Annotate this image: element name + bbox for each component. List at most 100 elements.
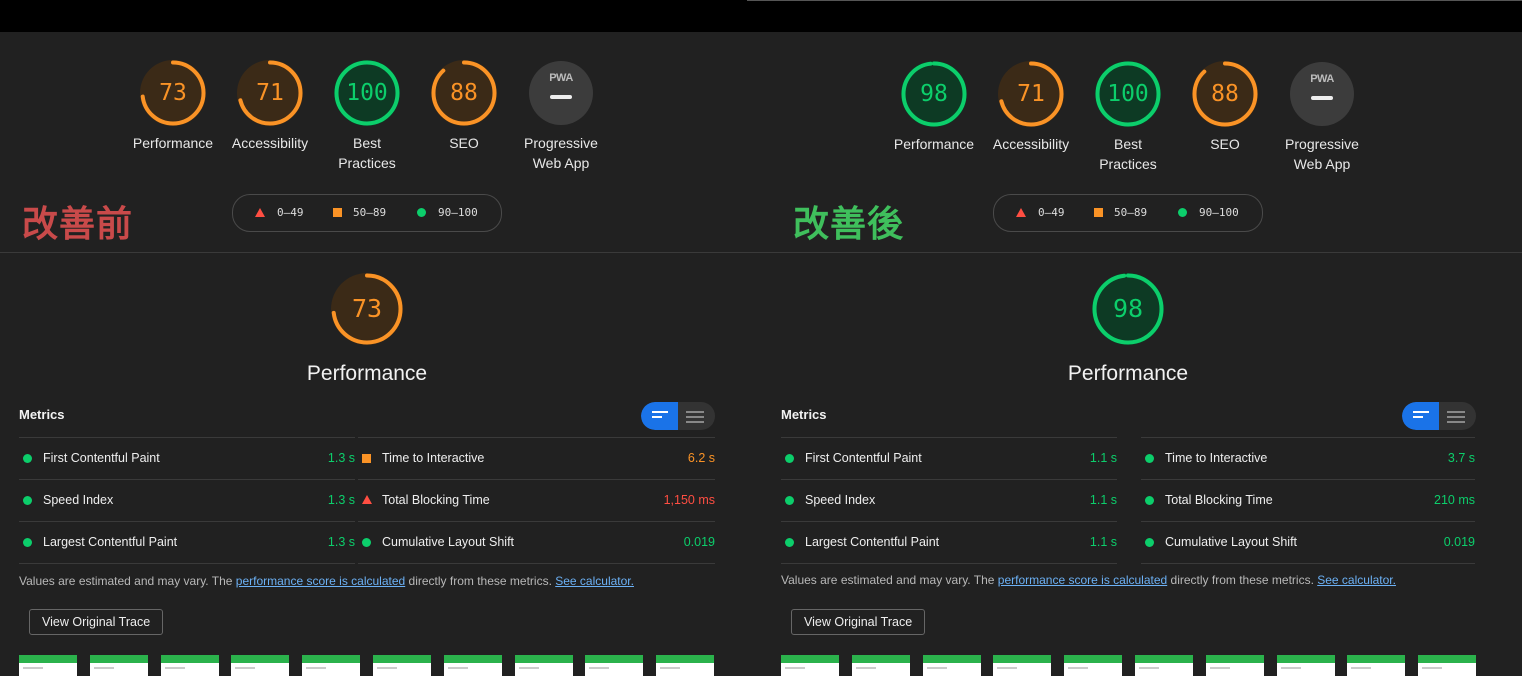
metric-name: Total Blocking Time bbox=[1165, 493, 1273, 507]
gauge-pwa[interactable]: PWA Progressive Web App bbox=[1272, 60, 1372, 174]
calculator-link[interactable]: See calculator. bbox=[1317, 573, 1396, 587]
metric-name: Largest Contentful Paint bbox=[805, 535, 940, 549]
score-calculation-link[interactable]: performance score is calculated bbox=[236, 574, 405, 588]
metric-value: 0.019 bbox=[683, 535, 715, 549]
legend-low: 0–49 bbox=[1038, 206, 1065, 219]
metric-value: 1,150 ms bbox=[663, 493, 715, 507]
gauge-label: Performance bbox=[893, 136, 975, 152]
gauge-performance[interactable]: 98 Performance bbox=[884, 60, 984, 154]
gauge-seo[interactable]: 88 SEO bbox=[1175, 60, 1275, 154]
metrics-view-toggle[interactable] bbox=[1402, 402, 1476, 430]
filmstrip-thumbnail bbox=[514, 655, 573, 676]
note-text: Values are estimated and may vary. The bbox=[19, 574, 236, 588]
heading-before: 改善前 bbox=[22, 204, 134, 245]
gauge-label: Accessibility bbox=[231, 135, 309, 151]
view-original-trace-button[interactable]: View Original Trace bbox=[791, 609, 926, 635]
gauge-best-practices[interactable]: 100 Best Practices bbox=[317, 59, 417, 173]
filmstrip-thumbnail bbox=[89, 655, 148, 676]
fail-triangle-icon bbox=[1016, 208, 1026, 217]
note-text: directly from these metrics. bbox=[1167, 573, 1318, 587]
top-bar bbox=[0, 0, 747, 32]
pass-circle-icon bbox=[23, 496, 32, 505]
gauge-score: 100 bbox=[1107, 81, 1149, 107]
filmstrip-thumbnail bbox=[160, 655, 219, 676]
metric-row: Time to Interactive 3.7 s bbox=[1141, 437, 1475, 479]
metrics-view-toggle[interactable] bbox=[641, 402, 715, 430]
filmstrip-thumbnail bbox=[585, 655, 644, 676]
gauge-best-practices[interactable]: 100 Best Practices bbox=[1078, 60, 1178, 174]
gauge-score: 88 bbox=[450, 80, 478, 106]
pass-circle-icon bbox=[1145, 538, 1154, 547]
metric-name: Time to Interactive bbox=[382, 451, 485, 465]
filmstrip-thumbnail bbox=[231, 655, 290, 676]
detailed-view-button[interactable] bbox=[678, 402, 715, 430]
metric-value: 1.3 s bbox=[327, 493, 355, 507]
filmstrip-thumbnail bbox=[302, 655, 361, 676]
metric-name: Total Blocking Time bbox=[382, 493, 490, 507]
gauge-pwa[interactable]: PWA Progressive Web App bbox=[511, 59, 611, 173]
detailed-view-button[interactable] bbox=[1439, 402, 1476, 430]
performance-title: Performance bbox=[1067, 362, 1189, 385]
legend-high: 90–100 bbox=[1199, 206, 1239, 219]
metric-value: 0.019 bbox=[1443, 535, 1475, 549]
metric-value: 1.1 s bbox=[1089, 493, 1117, 507]
gauge-seo[interactable]: 88 SEO bbox=[414, 59, 514, 153]
filmstrip-thumbnail bbox=[1064, 655, 1123, 676]
metric-value: 3.7 s bbox=[1447, 451, 1475, 465]
metric-value: 1.3 s bbox=[327, 451, 355, 465]
filmstrip-thumbnail bbox=[1276, 655, 1335, 676]
metrics-left-column: First Contentful Paint 1.1 s Speed Index 1.… bbox=[781, 437, 1117, 564]
filmstrip-thumbnail bbox=[656, 655, 715, 676]
gauge-accessibility[interactable]: 71 Accessibility bbox=[981, 60, 1081, 154]
filmstrip-thumbnail bbox=[373, 655, 431, 676]
score-legend: 0–49 50–89 90–100 bbox=[232, 194, 502, 232]
summary-view-button[interactable] bbox=[1402, 402, 1439, 430]
metric-row: Speed Index 1.1 s bbox=[781, 479, 1117, 521]
score-calculation-link[interactable]: performance score is calculated bbox=[998, 573, 1167, 587]
legend-mid: 50–89 bbox=[1114, 206, 1148, 219]
gauge-score: 71 bbox=[1017, 81, 1045, 107]
report-before: 73 Performance 71 Accessibility 100 Best… bbox=[0, 0, 747, 676]
score-legend: 0–49 50–89 90–100 bbox=[993, 194, 1263, 232]
gauge-accessibility[interactable]: 71 Accessibility bbox=[220, 59, 320, 153]
filmstrip-thumbnail bbox=[922, 655, 981, 676]
pwa-icon: PWA bbox=[529, 61, 593, 125]
gauge-label: Progressive Web App bbox=[524, 135, 598, 171]
fail-triangle-icon bbox=[255, 208, 265, 217]
legend-low: 0–49 bbox=[277, 206, 304, 219]
gauge-label: Best Practices bbox=[338, 135, 396, 171]
gauge-label: Accessibility bbox=[992, 136, 1070, 152]
metric-value: 210 ms bbox=[1434, 493, 1475, 507]
metric-row: Cumulative Layout Shift 0.019 bbox=[1141, 521, 1475, 564]
filmstrip-thumbnail bbox=[443, 655, 502, 676]
calculator-link[interactable]: See calculator. bbox=[555, 574, 634, 588]
gauge-performance[interactable]: 73 Performance bbox=[123, 59, 223, 153]
pass-circle-icon bbox=[785, 496, 794, 505]
note-text: Values are estimated and may vary. The bbox=[781, 573, 998, 587]
metrics-left-column: First Contentful Paint 1.3 s Speed Index 1.… bbox=[19, 437, 355, 564]
metric-row: Speed Index 1.3 s bbox=[19, 479, 355, 521]
metric-name: First Contentful Paint bbox=[805, 451, 922, 465]
metric-name: Cumulative Layout Shift bbox=[382, 535, 515, 549]
pass-circle-icon bbox=[23, 538, 32, 547]
gauge-score: 73 bbox=[351, 294, 383, 323]
metrics-right-column: Time to Interactive 3.7 s Total Blocking T… bbox=[1141, 437, 1475, 564]
pass-circle-icon bbox=[1145, 454, 1154, 463]
filmstrip-thumbnail bbox=[1418, 655, 1477, 676]
metric-row: Total Blocking Time 210 ms bbox=[1141, 479, 1475, 521]
view-original-trace-button[interactable]: View Original Trace bbox=[29, 609, 164, 635]
legend-mid: 50–89 bbox=[353, 206, 387, 219]
pass-circle-icon bbox=[785, 538, 794, 547]
summary-view-button[interactable] bbox=[641, 402, 678, 430]
gauge-label: Best Practices bbox=[1099, 136, 1157, 172]
metric-value: 1.3 s bbox=[327, 535, 355, 549]
metric-row: First Contentful Paint 1.1 s bbox=[781, 437, 1117, 479]
metric-row: Largest Contentful Paint 1.1 s bbox=[781, 521, 1117, 564]
filmstrip-thumbnail bbox=[993, 655, 1052, 676]
metric-row: Time to Interactive 6.2 s bbox=[358, 437, 715, 479]
metric-name: Cumulative Layout Shift bbox=[1165, 535, 1298, 549]
fail-triangle-icon bbox=[362, 495, 372, 504]
average-square-icon bbox=[333, 208, 342, 217]
gauge-score: 71 bbox=[256, 80, 284, 106]
divider bbox=[747, 252, 1522, 253]
